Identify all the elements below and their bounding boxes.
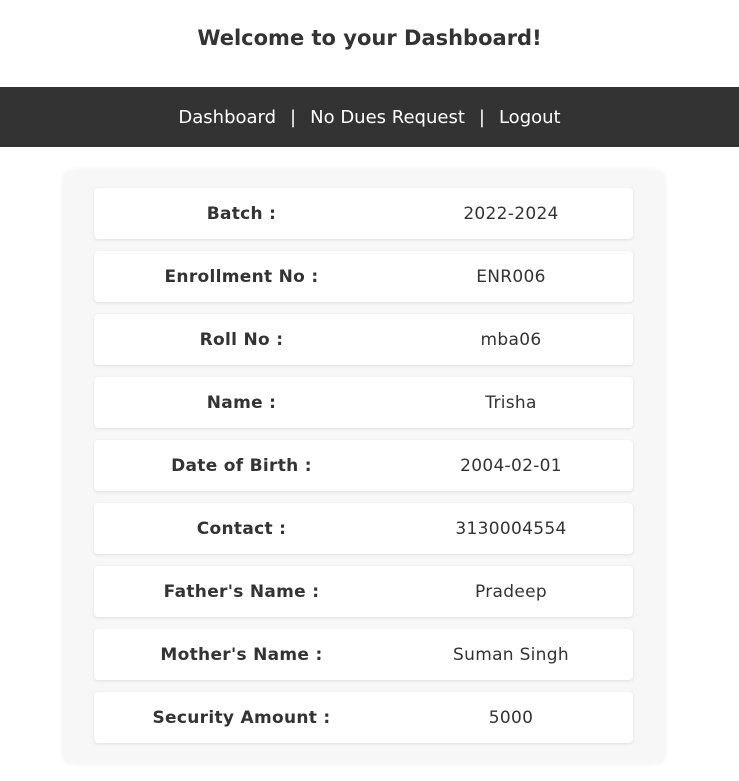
detail-value: 3130004554: [455, 518, 567, 539]
detail-row-fathers-name: Father's Name : Pradeep: [94, 566, 633, 617]
detail-row-security-amount: Security Amount : 5000: [94, 692, 633, 743]
detail-label: Contact :: [196, 518, 287, 539]
nav-link-no-dues-request[interactable]: No Dues Request: [310, 107, 465, 128]
page-title: Welcome to your Dashboard!: [197, 25, 542, 50]
detail-value: ENR006: [476, 266, 546, 287]
detail-label: Name :: [206, 392, 277, 413]
detail-value: 5000: [488, 707, 534, 728]
detail-row-date-of-birth: Date of Birth : 2004-02-01: [94, 440, 633, 491]
detail-value: mba06: [480, 329, 542, 350]
detail-value: Trisha: [485, 392, 537, 413]
page-header: Welcome to your Dashboard!: [0, 0, 739, 87]
detail-row-contact: Contact : 3130004554: [94, 503, 633, 554]
detail-row-roll-no: Roll No : mba06: [94, 314, 633, 365]
detail-label: Batch :: [206, 203, 277, 224]
detail-row-mothers-name: Mother's Name : Suman Singh: [94, 629, 633, 680]
navbar: Dashboard | No Dues Request | Logout: [0, 87, 739, 147]
student-details-card: Batch : 2022-2024 Enrollment No : ENR006…: [63, 170, 665, 764]
detail-row-name: Name : Trisha: [94, 377, 633, 428]
detail-value: 2004-02-01: [460, 455, 562, 476]
detail-value: Pradeep: [475, 581, 547, 602]
detail-label: Date of Birth :: [171, 455, 312, 476]
detail-value: 2022-2024: [463, 203, 559, 224]
nav-separator: |: [478, 106, 485, 128]
detail-label: Mother's Name :: [160, 644, 323, 665]
detail-label: Roll No :: [199, 329, 284, 350]
detail-value: Suman Singh: [453, 644, 569, 665]
nav-link-logout[interactable]: Logout: [499, 107, 561, 128]
detail-label: Enrollment No :: [164, 266, 319, 287]
detail-row-batch: Batch : 2022-2024: [94, 188, 633, 239]
detail-label: Father's Name :: [163, 581, 320, 602]
detail-label: Security Amount :: [152, 707, 331, 728]
nav-link-dashboard[interactable]: Dashboard: [178, 107, 276, 128]
nav-separator: |: [290, 106, 297, 128]
detail-row-enrollment-no: Enrollment No : ENR006: [94, 251, 633, 302]
